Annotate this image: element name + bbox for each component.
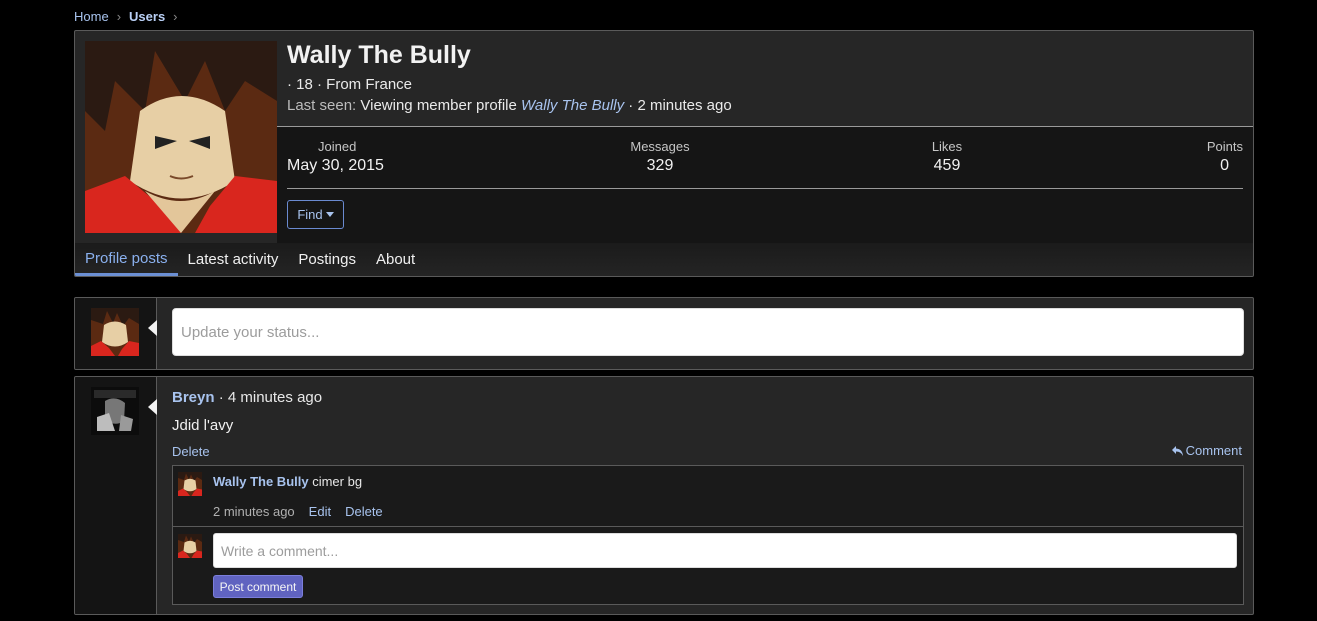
user-avatar[interactable] [91,308,139,356]
comment-edit-link[interactable]: Edit [309,504,331,519]
breadcrumb-users[interactable]: Users [129,9,165,24]
stat-likes-value: 459 [933,157,961,174]
status-gutter [75,298,157,369]
comment-author-name[interactable]: Wally The Bully [213,474,309,489]
comment-delete-link[interactable]: Delete [345,504,383,519]
stat-joined: Joined May 30, 2015 [287,139,384,175]
tab-postings[interactable]: Postings [288,243,366,276]
stat-likes-label: Likes [931,139,963,154]
comment-item: Wally The Bully cimer bg 2 minutes ago E… [173,466,1243,527]
profile-post: Breyn · 4 minutes ago Jdid l'avy Delete … [74,376,1254,615]
profile-blurb: · 18 · From France [287,76,413,93]
stat-messages[interactable]: Messages 329 [630,139,690,175]
last-seen-link[interactable]: Wally The Bully [521,97,624,114]
post-gutter [75,377,157,614]
post-author-avatar[interactable] [91,387,139,435]
last-seen-label: Last seen: [287,97,357,114]
status-pointer-arrow [148,320,157,336]
stat-points-value: 0 [1220,157,1229,174]
comment-time[interactable]: 2 minutes ago [213,504,295,519]
comment-meta: 2 minutes ago Edit Delete [213,504,383,519]
post-pointer-arrow [148,399,157,415]
profile-tabs: Profile posts Latest activity Postings A… [75,243,1253,276]
reply-user-avatar[interactable] [178,534,202,558]
stat-likes: Likes 459 [927,139,967,175]
stat-joined-value: May 30, 2015 [287,157,384,174]
comment-input[interactable] [213,533,1237,568]
stat-messages-value: 329 [646,157,674,174]
member-header: Wally The Bully · 18 · From France Last … [74,30,1254,277]
stat-points-label: Points [1206,139,1243,154]
stat-points[interactable]: Points 0 [1207,139,1243,175]
breadcrumb-separator: › [116,9,122,24]
comment-author-avatar[interactable] [178,472,202,496]
stat-joined-label: Joined [318,139,357,154]
profile-last-seen: Last seen: Viewing member profile Wally … [287,97,732,114]
profile-stats-area: Joined May 30, 2015 Messages 329 Likes 4… [277,126,1253,246]
status-update-block [74,297,1254,370]
post-header: Breyn · 4 minutes ago [172,389,322,406]
comment-body: cimer bg [312,474,363,489]
comments-section: Wally The Bully cimer bg 2 minutes ago E… [172,465,1244,605]
post-comment-link[interactable]: Comment [1171,443,1242,458]
post-comment-label: Comment [1185,443,1242,458]
post-body: Jdid l'avy [172,417,234,434]
post-author-name[interactable]: Breyn [172,389,215,406]
stats-row: Joined May 30, 2015 Messages 329 Likes 4… [287,139,1243,189]
tab-profile-posts[interactable]: Profile posts [75,243,178,276]
breadcrumb-separator: › [173,9,178,24]
caret-down-icon [325,212,334,217]
profile-header: Wally The Bully · 18 · From France Last … [287,31,1253,126]
comment-text: Wally The Bully cimer bg [213,474,362,489]
tab-about[interactable]: About [366,243,425,276]
reply-arrow-icon [1171,445,1183,456]
profile-avatar[interactable] [85,41,277,233]
last-seen-time: · 2 minutes ago [628,97,732,114]
breadcrumb: Home › Users › [74,9,178,24]
post-comment-button[interactable]: Post comment [213,575,303,598]
post-time[interactable]: · 4 minutes ago [219,389,322,406]
stat-messages-label: Messages [630,139,690,154]
breadcrumb-home[interactable]: Home [74,9,109,24]
post-delete-link[interactable]: Delete [172,444,210,459]
profile-name: Wally The Bully [287,41,471,69]
status-input[interactable] [172,308,1244,356]
tab-latest-activity[interactable]: Latest activity [178,243,289,276]
last-seen-activity: Viewing member profile [360,97,517,114]
find-label: Find [297,207,323,222]
find-button[interactable]: Find [287,200,344,229]
